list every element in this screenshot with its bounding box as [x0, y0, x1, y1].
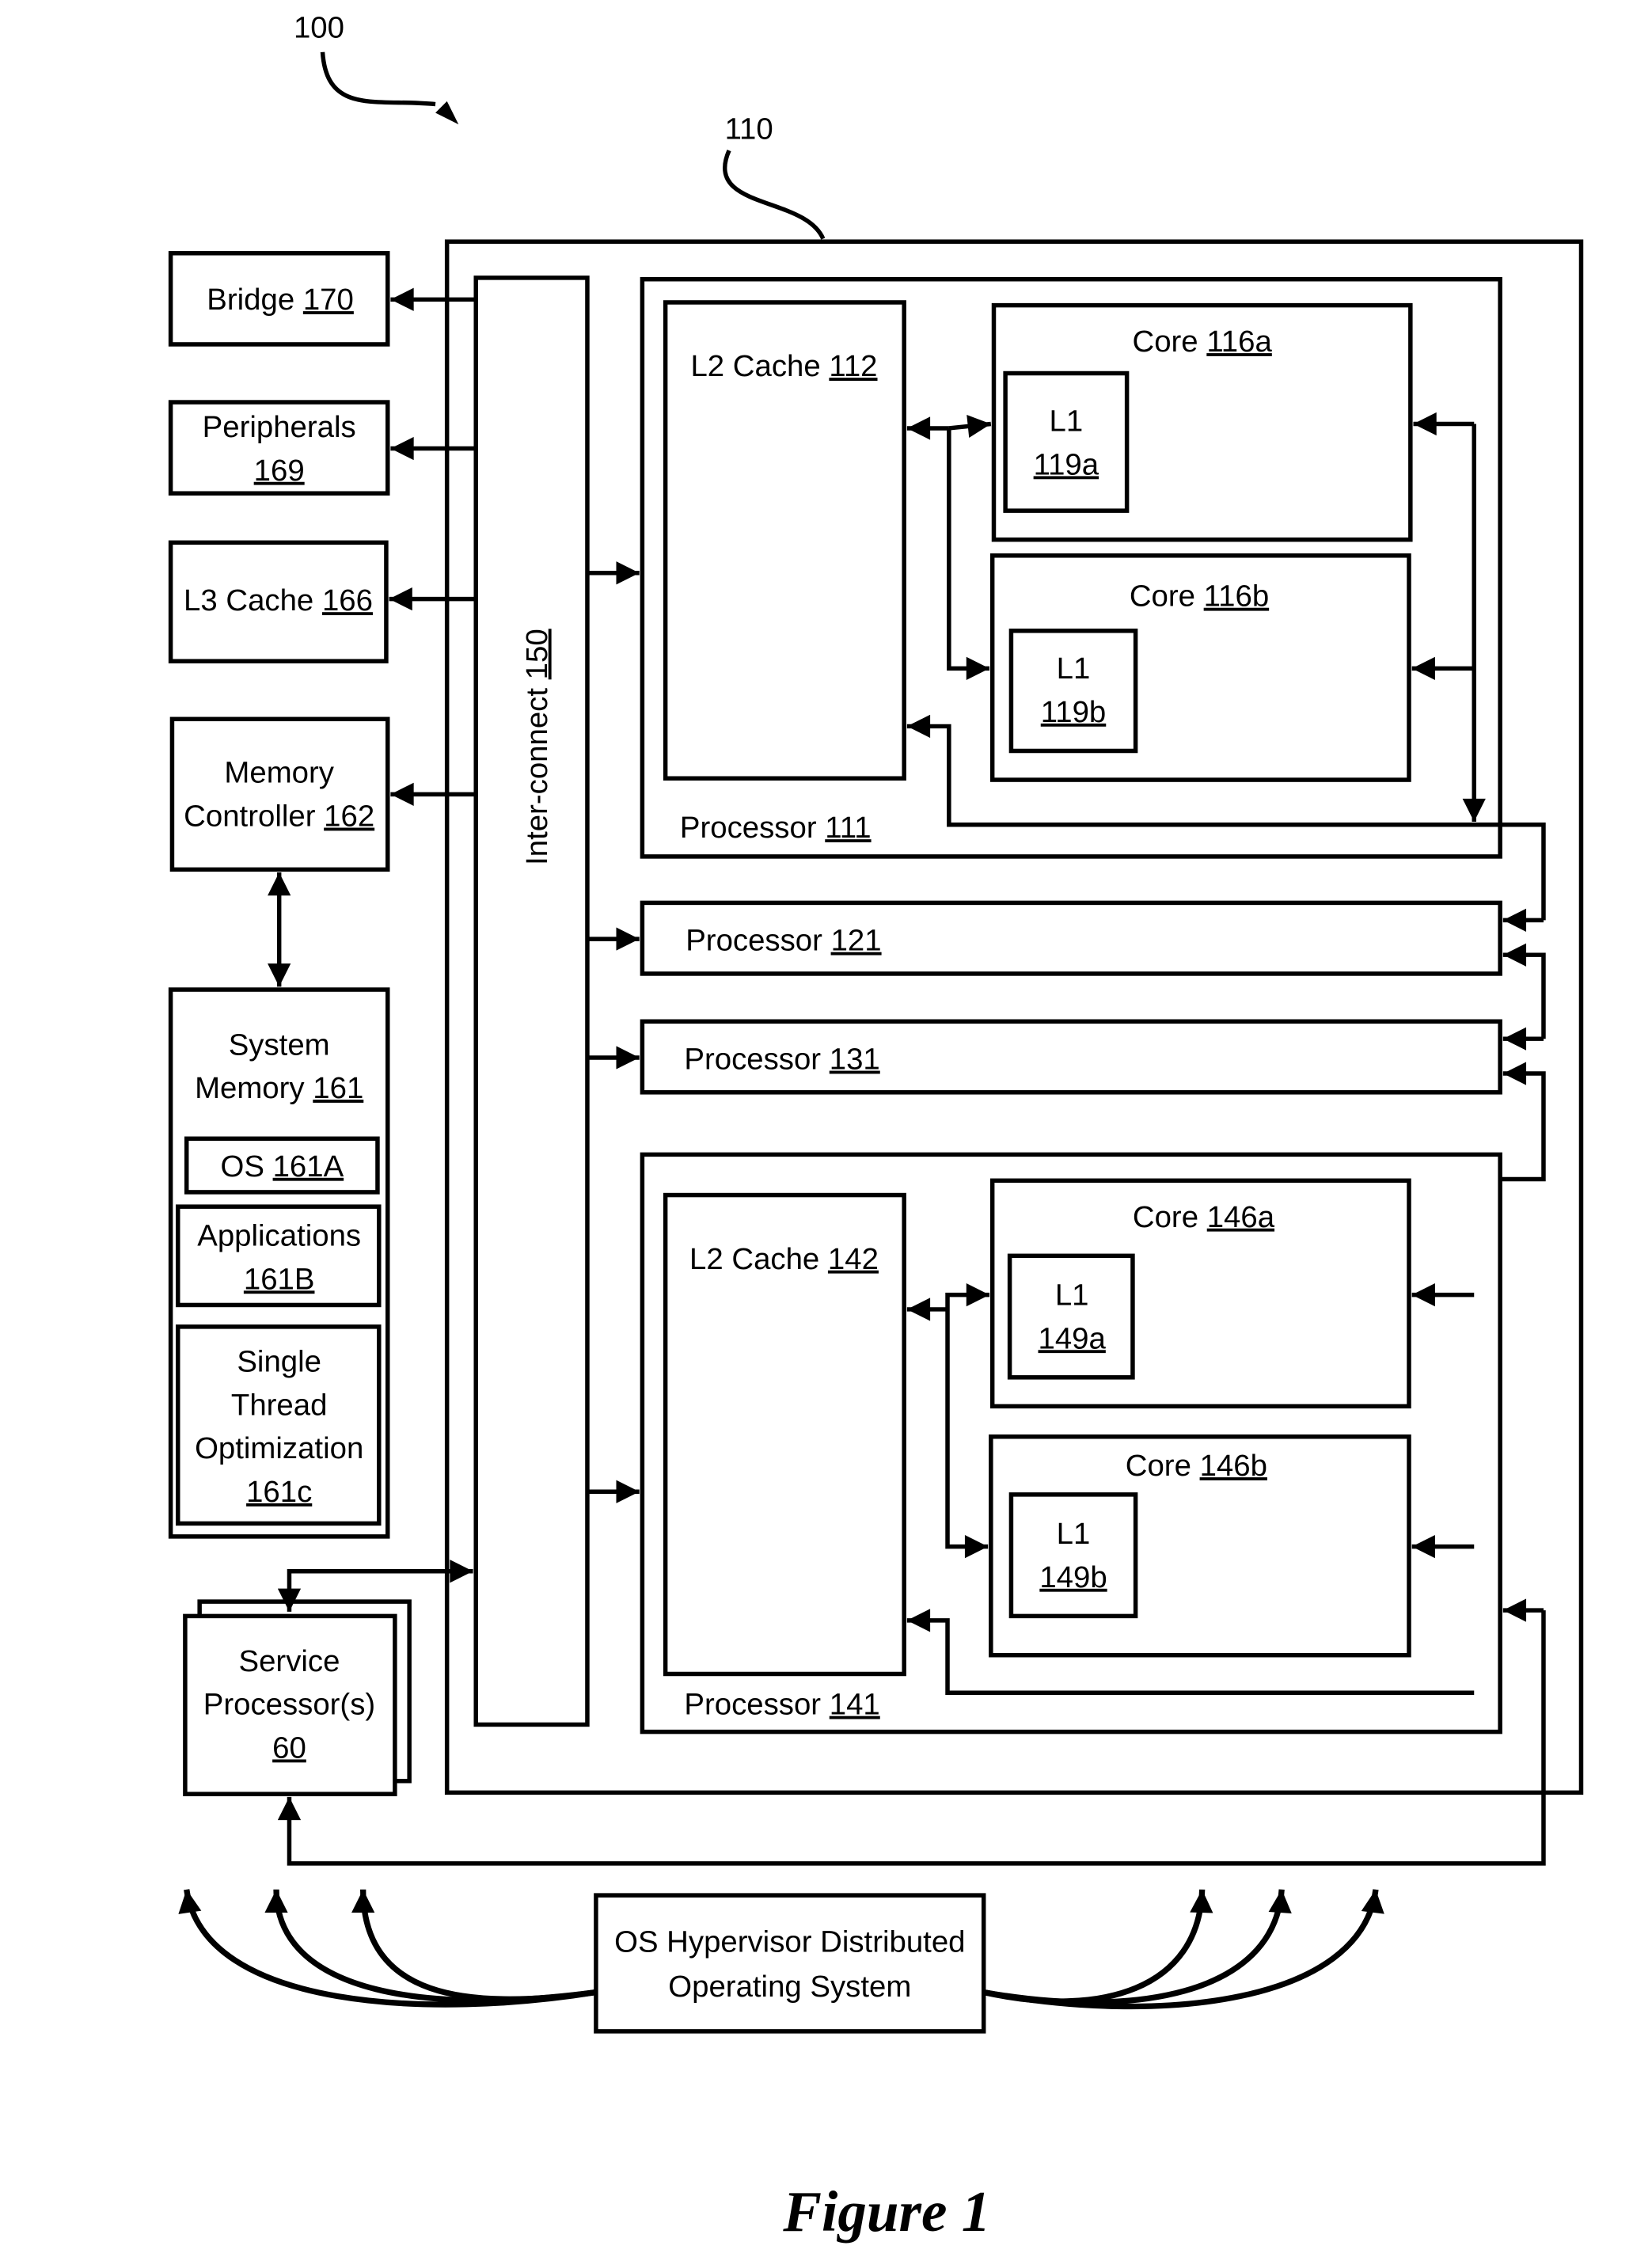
svg-text:Memory: Memory: [224, 756, 334, 790]
svg-text:Core 116b: Core 116b: [1130, 579, 1269, 614]
svg-text:Processor 141: Processor 141: [684, 1688, 879, 1722]
svg-text:161B: 161B: [244, 1262, 315, 1296]
svg-text:Core 116a: Core 116a: [1133, 325, 1273, 359]
svg-text:Processor 111: Processor 111: [680, 811, 872, 845]
peripherals-box: Peripherals 169: [168, 400, 390, 496]
svg-text:Controller 162: Controller 162: [184, 800, 374, 834]
l3-cache-box: L3 Cache 166: [168, 540, 389, 663]
svg-text:Memory 161: Memory 161: [195, 1071, 363, 1105]
figure-caption: Figure 1: [782, 2179, 990, 2244]
svg-text:L3 Cache 166: L3 Cache 166: [184, 583, 373, 617]
svg-text:161c: 161c: [246, 1475, 312, 1509]
svg-text:L1: L1: [1055, 1278, 1089, 1312]
svg-text:Operating System: Operating System: [668, 1970, 911, 2004]
svg-text:L1: L1: [1057, 652, 1091, 686]
svg-text:Optimization: Optimization: [195, 1431, 363, 1465]
l1-119b: [1008, 629, 1138, 754]
service-processor-box: Service Processor(s) 60: [183, 1599, 412, 1796]
svg-text:119b: 119b: [1041, 695, 1107, 729]
system-ref-arrowhead: [435, 101, 459, 125]
bridge-box: Bridge 170: [168, 251, 390, 347]
svg-text:169: 169: [254, 454, 305, 488]
svg-text:Processor(s): Processor(s): [203, 1688, 375, 1722]
interconnect-bus: [473, 275, 590, 1727]
svg-text:Core 146a: Core 146a: [1133, 1200, 1275, 1234]
svg-text:60: 60: [272, 1731, 306, 1765]
node-ref-leader: [722, 149, 826, 240]
processor-131: Processor 131: [640, 1019, 1502, 1095]
hypervisor-box: OS Hypervisor Distributed Operating Syst…: [594, 1893, 986, 2034]
svg-text:Processor 131: Processor 131: [684, 1043, 879, 1077]
svg-text:Applications: Applications: [197, 1219, 361, 1253]
svg-text:Bridge 170: Bridge 170: [207, 283, 354, 317]
svg-text:L1: L1: [1050, 405, 1084, 439]
svg-text:Service: Service: [239, 1644, 340, 1678]
system-ref-leader: [320, 51, 436, 107]
processor-111: Processor 111 L2 Cache 112 Core 116a L1 …: [640, 276, 1546, 921]
processor-121: Processor 121: [640, 900, 1502, 976]
processor-141: Processor 141 L2 Cache 142 Core 146a L1 …: [640, 1152, 1502, 1735]
svg-text:Peripherals: Peripherals: [203, 410, 356, 444]
interconnect-label: Inter-connect 150: [520, 629, 554, 865]
l1-119a: [1003, 370, 1130, 513]
l1-149a: [1007, 1253, 1135, 1380]
svg-text:149b: 149b: [1039, 1560, 1107, 1594]
os-label: OS 161A: [220, 1149, 344, 1184]
system-memory-box: System Memory 161 OS 161A Applications 1…: [168, 987, 390, 1539]
svg-text:119a: 119a: [1034, 447, 1099, 481]
svg-text:L2 Cache 142: L2 Cache 142: [689, 1242, 879, 1276]
svg-text:L1: L1: [1057, 1517, 1091, 1551]
svg-text:System: System: [229, 1028, 330, 1062]
svg-text:Single: Single: [237, 1345, 321, 1379]
svg-text:149a: 149a: [1039, 1321, 1107, 1355]
l1-149b: [1008, 1492, 1138, 1619]
svg-text:Core 146b: Core 146b: [1126, 1449, 1267, 1483]
svg-text:Processor 121: Processor 121: [685, 924, 881, 958]
system-ref-label: 100: [294, 11, 344, 45]
svg-text:Thread: Thread: [231, 1388, 328, 1422]
node-ref-label: 110: [725, 112, 773, 146]
svg-text:OS Hypervisor Distributed: OS Hypervisor Distributed: [614, 1925, 965, 1959]
memory-controller-box: Memory Controller 162: [169, 716, 390, 872]
system-block-diagram: 100 110 Inter-connect 150 Bridge 170 Per…: [168, 11, 1584, 2244]
svg-text:L2 Cache 112: L2 Cache 112: [690, 349, 877, 383]
